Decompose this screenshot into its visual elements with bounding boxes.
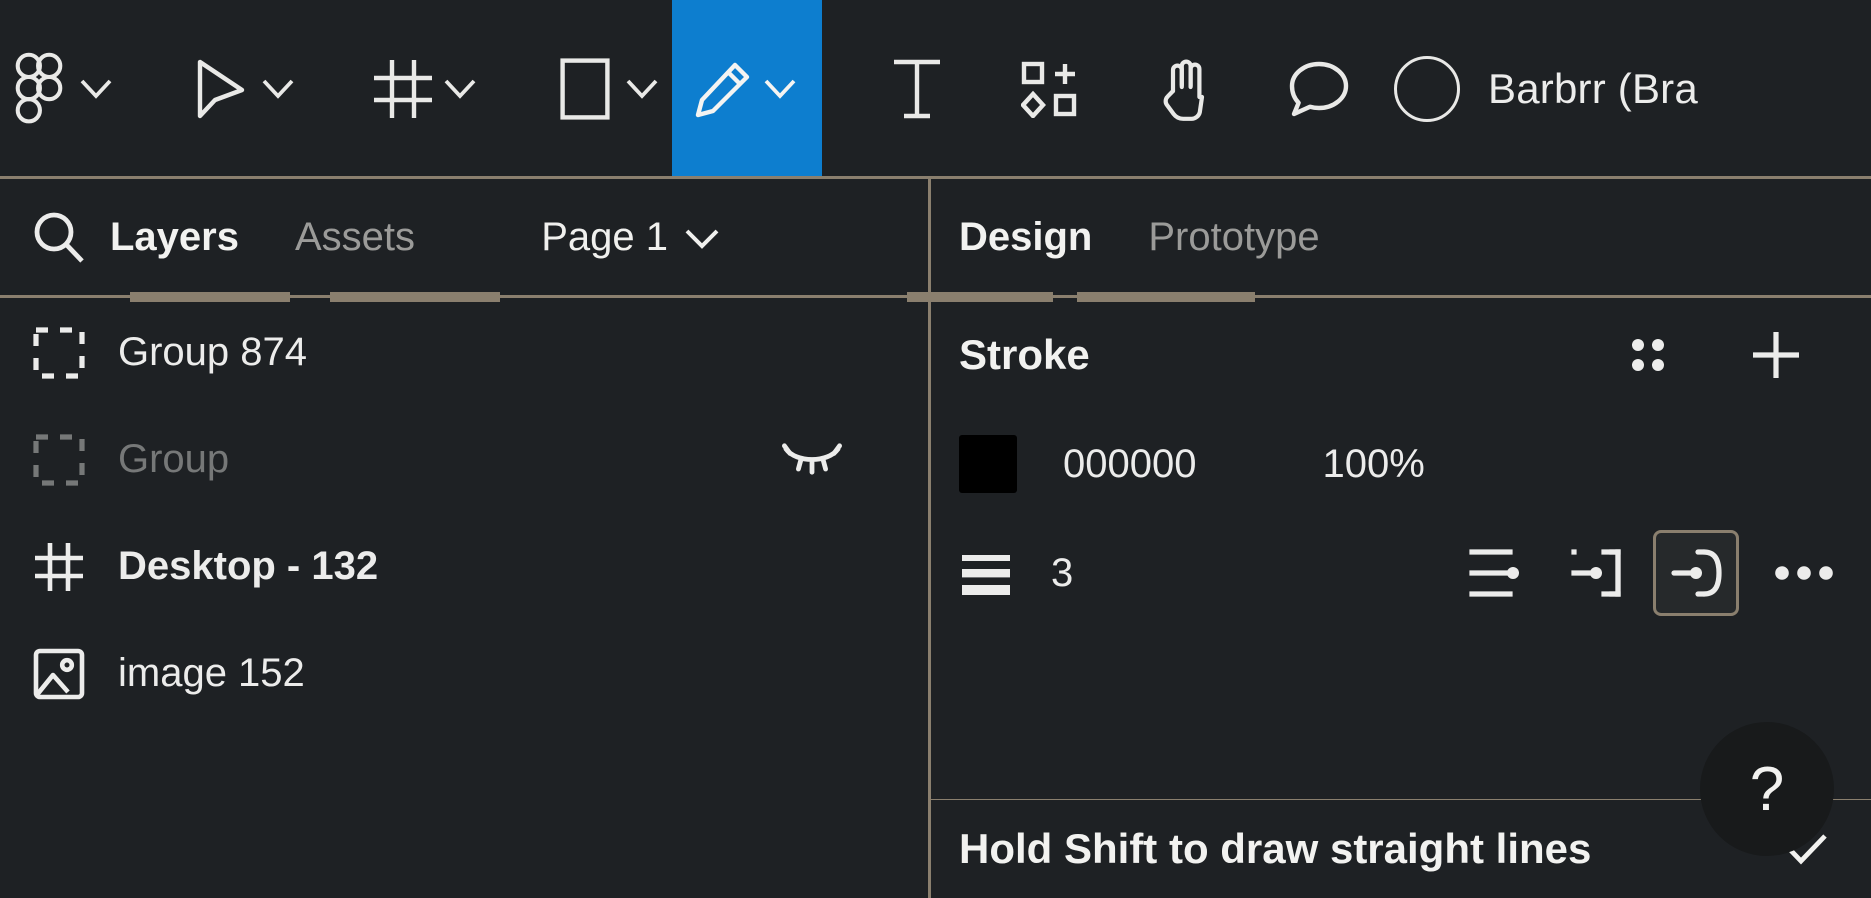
stroke-header-actions — [1621, 328, 1803, 382]
toolbar-item-hand[interactable] — [1146, 0, 1224, 178]
stroke-color-swatch[interactable] — [959, 435, 1017, 493]
layer-label: Group — [118, 437, 230, 481]
chevron-down-icon — [756, 56, 804, 122]
component-add-icon — [1018, 56, 1084, 122]
pencil-icon — [690, 56, 756, 122]
tab-design[interactable]: Design — [959, 215, 1092, 260]
toolbar-item-comment[interactable] — [1280, 0, 1358, 178]
frame-icon — [370, 56, 436, 122]
tab-prototype[interactable]: Prototype — [1148, 215, 1319, 260]
stroke-align-inside-icon[interactable] — [1553, 530, 1639, 616]
toolbar-item-pencil[interactable] — [672, 0, 822, 178]
tab-layers[interactable]: Layers — [110, 215, 239, 260]
layer-row-image-152[interactable]: image 152 — [0, 620, 928, 727]
stroke-section-header: Stroke — [931, 299, 1871, 411]
layer-list: Group 874 Group Desktop - 132 image 152 — [0, 299, 928, 727]
stroke-weight-row: 3 — [931, 517, 1871, 629]
right-panel-header: Design Prototype — [931, 179, 1871, 295]
panels-container: Layers Assets Page 1 Group 874 Group Des… — [0, 179, 1871, 898]
chevron-down-icon — [618, 56, 666, 122]
stroke-hex-value[interactable]: 000000 — [1063, 442, 1196, 487]
image-icon — [28, 643, 90, 705]
group-icon — [28, 322, 90, 384]
user-presence[interactable]: Barbrr (Bra — [1384, 0, 1704, 178]
left-panel-header: Layers Assets Page 1 — [0, 179, 928, 295]
top-toolbar: Barbrr (Bra — [0, 0, 1871, 178]
layer-label: image 152 — [118, 651, 305, 695]
frame-icon — [28, 536, 90, 598]
toolbar-item-frame[interactable] — [364, 0, 490, 178]
rectangle-icon — [552, 56, 618, 122]
hint-banner-text: Hold Shift to draw straight lines — [959, 825, 1592, 872]
cursor-move-icon — [188, 56, 254, 122]
stroke-weight-value[interactable]: 3 — [1051, 551, 1073, 596]
toolbar-item-text[interactable] — [878, 0, 956, 178]
grid-dots-icon[interactable] — [1621, 328, 1675, 382]
stroke-cap-round-icon[interactable] — [1653, 530, 1739, 616]
figma-app-window: Barbrr (Bra Layers Assets Page 1 Group 8… — [0, 0, 1871, 898]
layer-label: Group 874 — [118, 330, 308, 374]
more-horizontal-icon[interactable] — [1761, 530, 1847, 616]
plus-icon[interactable] — [1749, 328, 1803, 382]
chevron-down-icon — [684, 215, 720, 260]
stroke-color-row: 000000 100% — [931, 411, 1871, 517]
avatar — [1394, 56, 1460, 122]
chevron-down-icon — [254, 56, 302, 122]
stroke-opacity-value[interactable]: 100% — [1322, 442, 1424, 487]
layer-row-desktop-132[interactable]: Desktop - 132 — [0, 513, 928, 620]
layer-label: Desktop - 132 — [118, 544, 379, 588]
right-panel-header-divider — [931, 295, 1871, 298]
tab-assets[interactable]: Assets — [295, 215, 415, 260]
chevron-down-icon — [72, 56, 120, 122]
help-button[interactable]: ? — [1700, 722, 1834, 856]
toolbar-item-shape[interactable] — [546, 0, 672, 178]
stroke-section-title: Stroke — [959, 331, 1090, 378]
layer-row-group-874[interactable]: Group 874 — [0, 299, 928, 406]
left-panel: Layers Assets Page 1 Group 874 Group Des… — [0, 179, 928, 898]
toolbar-item-figma-menu[interactable] — [0, 0, 126, 178]
eye-closed-icon[interactable] — [780, 440, 844, 480]
page-selector[interactable]: Page 1 — [541, 215, 900, 260]
toolbar-item-move[interactable] — [182, 0, 308, 178]
stroke-weight-icon — [959, 546, 1013, 600]
figma-logo-icon — [6, 52, 72, 124]
stroke-align-group — [1453, 530, 1739, 616]
stroke-align-center-icon[interactable] — [1453, 530, 1539, 616]
hand-icon — [1152, 56, 1218, 122]
toolbar-item-resources[interactable] — [1012, 0, 1090, 178]
left-panel-header-divider — [0, 295, 928, 298]
user-name-label: Barbrr (Bra — [1488, 65, 1698, 112]
group-icon — [28, 429, 90, 491]
layer-row-group[interactable]: Group — [0, 406, 928, 513]
stroke-section: Stroke 000000 100% 3 — [931, 299, 1871, 802]
chevron-down-icon — [436, 56, 484, 122]
page-selector-label: Page 1 — [541, 214, 668, 259]
comment-icon — [1286, 56, 1352, 122]
search-icon[interactable] — [28, 207, 88, 267]
text-icon — [884, 56, 950, 122]
